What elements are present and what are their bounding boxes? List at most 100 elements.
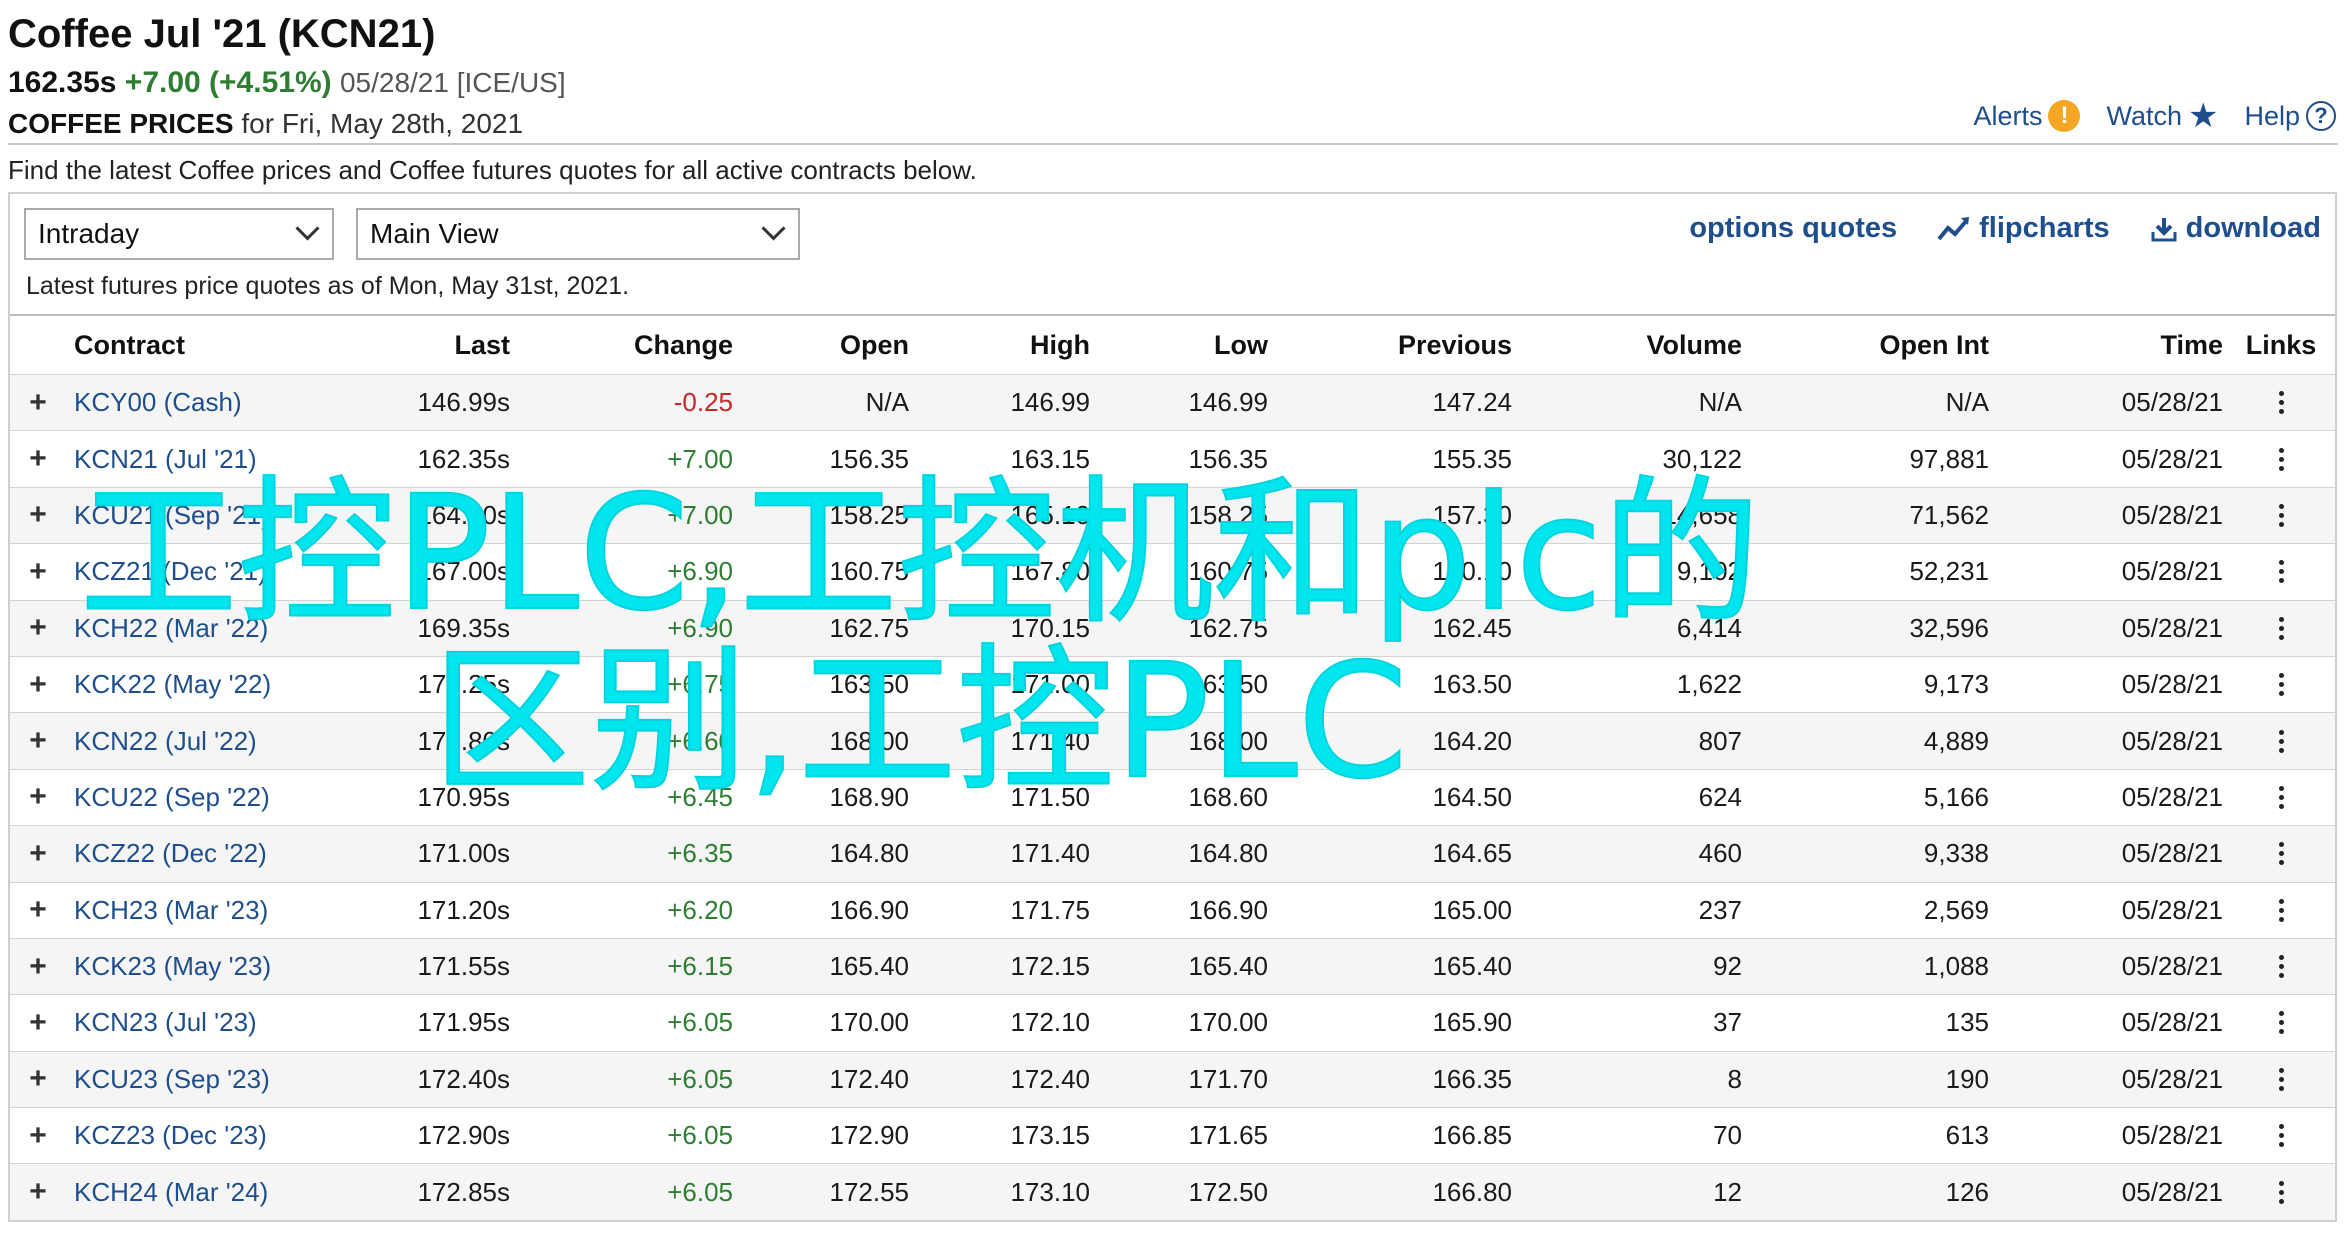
cell-low: 165.40 (1188, 951, 1268, 982)
col-volume[interactable]: Volume (1646, 316, 1742, 374)
flipcharts-link[interactable]: flipcharts (1937, 212, 2110, 245)
cell-open: 172.90 (829, 1120, 909, 1151)
col-time[interactable]: Time (2160, 316, 2223, 374)
kebab-menu-icon[interactable] (2245, 375, 2317, 430)
col-change[interactable]: Change (634, 316, 733, 374)
download-link[interactable]: download (2150, 212, 2321, 245)
cell-change: +6.05 (667, 1120, 733, 1151)
col-last[interactable]: Last (454, 316, 510, 374)
kebab-menu-icon[interactable] (2245, 713, 2317, 768)
plus-icon[interactable]: + (24, 488, 52, 543)
kebab-menu-icon[interactable] (2245, 995, 2317, 1050)
cell-time: 05/28/21 (2121, 781, 2223, 812)
view-select-value: Main View (370, 218, 499, 249)
kebab-menu-icon[interactable] (2245, 1108, 2317, 1163)
table-actions: options quotes flipcharts download (1689, 212, 2321, 245)
contract-link[interactable]: KCH24 (Mar '24) (74, 1164, 268, 1219)
contract-link[interactable]: KCZ23 (Dec '23) (74, 1108, 267, 1163)
contract-link[interactable]: KCN23 (Jul '23) (74, 995, 257, 1050)
plus-icon[interactable]: + (24, 657, 52, 712)
plus-icon[interactable]: + (24, 826, 52, 881)
cell-last: 170.25s (417, 669, 510, 700)
cell-low: 162.75 (1188, 612, 1268, 643)
col-previous[interactable]: Previous (1398, 316, 1512, 374)
table-header-row: Contract Last Change Open High Low Previ… (10, 314, 2335, 374)
last-price: 162.35s (8, 66, 117, 99)
kebab-menu-icon[interactable] (2245, 1052, 2317, 1107)
plus-icon[interactable]: + (24, 1052, 52, 1107)
cell-previous: 147.24 (1432, 387, 1512, 418)
contract-link[interactable]: KCK22 (May '22) (74, 657, 271, 712)
kebab-menu-icon[interactable] (2245, 826, 2317, 881)
col-contract[interactable]: Contract (74, 316, 185, 374)
cell-high: 172.40 (1010, 1063, 1090, 1094)
plus-icon[interactable]: + (24, 713, 52, 768)
contract-link[interactable]: KCZ22 (Dec '22) (74, 826, 267, 881)
cell-open: N/A (865, 387, 909, 418)
plus-icon[interactable]: + (24, 995, 52, 1050)
cell-previous: 157.30 (1432, 499, 1512, 530)
plus-icon[interactable]: + (24, 375, 52, 430)
cell-low: 158.25 (1188, 499, 1268, 530)
contract-link[interactable]: KCZ21 (Dec '21) (74, 544, 267, 599)
cell-open-int: 1,088 (1923, 951, 1989, 982)
kebab-menu-icon[interactable] (2245, 657, 2317, 712)
table-row: + KCZ23 (Dec '23) 172.90s +6.05 172.90 173.15… (10, 1107, 2335, 1163)
contract-link[interactable]: KCH23 (Mar '23) (74, 883, 268, 938)
col-high[interactable]: High (1030, 316, 1090, 374)
cell-previous: 160.10 (1432, 556, 1512, 587)
quotes-table: Contract Last Change Open High Low Previ… (10, 314, 2335, 1220)
kebab-menu-icon[interactable] (2245, 1164, 2317, 1219)
download-label: download (2185, 212, 2321, 244)
contract-link[interactable]: KCN22 (Jul '22) (74, 713, 257, 768)
cell-open: 172.40 (829, 1063, 909, 1094)
col-open[interactable]: Open (840, 316, 909, 374)
plus-icon[interactable]: + (24, 939, 52, 994)
kebab-menu-icon[interactable] (2245, 601, 2317, 656)
plus-icon[interactable]: + (24, 1108, 52, 1163)
contract-link[interactable]: KCK23 (May '23) (74, 939, 271, 994)
cell-last: 167.00s (417, 556, 510, 587)
kebab-menu-icon[interactable] (2245, 488, 2317, 543)
contract-link[interactable]: KCU21 (Sep '21) (74, 488, 270, 543)
col-low[interactable]: Low (1214, 316, 1268, 374)
cell-last: 172.85s (417, 1176, 510, 1207)
cell-low: 171.65 (1188, 1120, 1268, 1151)
cell-last: 172.90s (417, 1120, 510, 1151)
kebab-menu-icon[interactable] (2245, 431, 2317, 486)
plus-icon[interactable]: + (24, 770, 52, 825)
cell-open: 172.55 (829, 1176, 909, 1207)
plus-icon[interactable]: + (24, 883, 52, 938)
price-change: +7.00 (+4.51%) (124, 66, 332, 99)
contract-link[interactable]: KCU22 (Sep '22) (74, 770, 270, 825)
exclamation-circle-icon: ! (2048, 100, 2081, 132)
cell-last: 171.55s (417, 951, 510, 982)
kebab-menu-icon[interactable] (2245, 883, 2317, 938)
kebab-menu-icon[interactable] (2245, 939, 2317, 994)
contract-link[interactable]: KCH22 (Mar '22) (74, 601, 268, 656)
plus-icon[interactable]: + (24, 544, 52, 599)
cell-previous: 165.90 (1432, 1007, 1512, 1038)
period-select[interactable]: Intraday (24, 208, 334, 260)
cell-change: +6.90 (667, 556, 733, 587)
cell-open: 156.35 (829, 443, 909, 474)
contract-link[interactable]: KCU23 (Sep '23) (74, 1052, 270, 1107)
view-select[interactable]: Main View (356, 208, 800, 260)
contract-link[interactable]: KCN21 (Jul '21) (74, 431, 257, 486)
cell-high: 171.75 (1010, 894, 1090, 925)
cell-open-int: 2,569 (1923, 894, 1989, 925)
watch-link[interactable]: Watch ★ (2106, 99, 2218, 133)
contract-link[interactable]: KCY00 (Cash) (74, 375, 242, 430)
cell-change: +6.75 (667, 669, 733, 700)
kebab-menu-icon[interactable] (2245, 544, 2317, 599)
cell-volume: 92 (1713, 951, 1742, 982)
help-link[interactable]: Help ? (2244, 101, 2336, 132)
plus-icon[interactable]: + (24, 1164, 52, 1219)
kebab-menu-icon[interactable] (2245, 770, 2317, 825)
top-links: Alerts ! Watch ★ Help ? (1973, 99, 2336, 133)
plus-icon[interactable]: + (24, 431, 52, 486)
plus-icon[interactable]: + (24, 601, 52, 656)
col-open-int[interactable]: Open Int (1880, 316, 1990, 374)
alerts-link[interactable]: Alerts ! (1973, 100, 2081, 132)
options-quotes-link[interactable]: options quotes (1689, 212, 1897, 245)
